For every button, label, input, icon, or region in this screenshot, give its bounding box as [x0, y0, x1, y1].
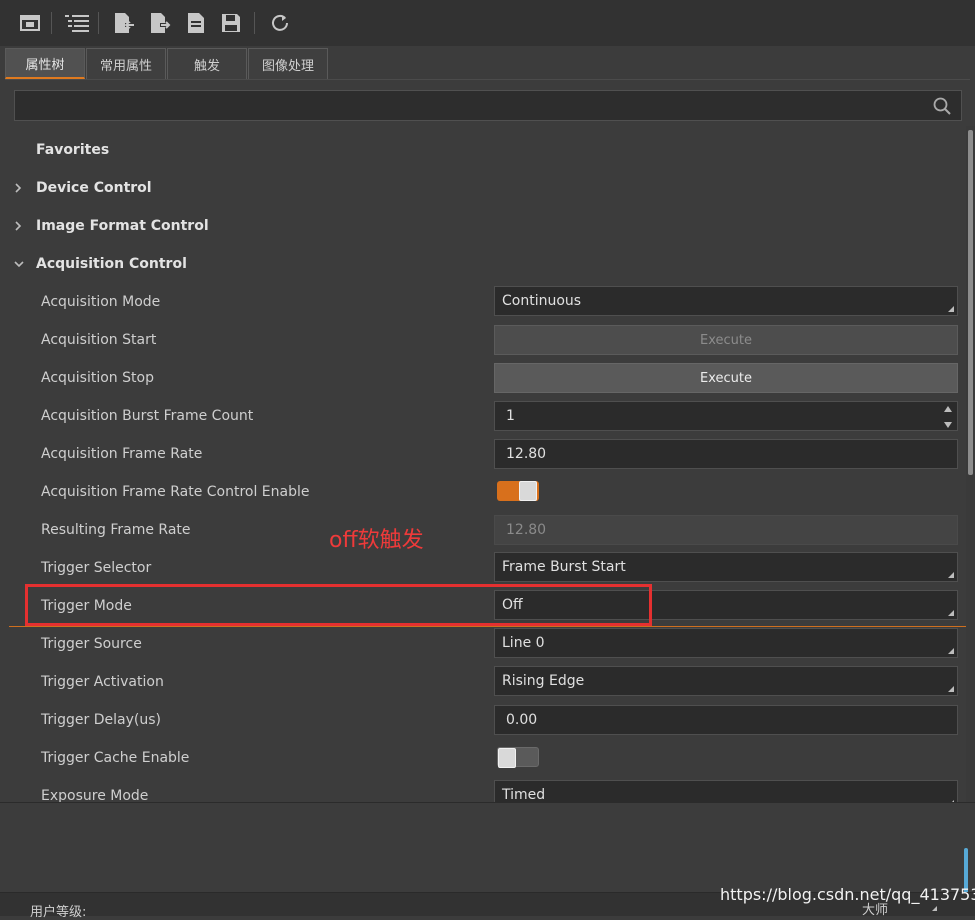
- category-label: Image Format Control: [36, 218, 209, 234]
- trigger-selector-dropdown[interactable]: Frame Burst Start: [494, 552, 958, 582]
- property-label: Acquisition Stop: [41, 370, 154, 386]
- category-label: Device Control: [36, 180, 152, 196]
- toggle-knob: [519, 481, 537, 501]
- tab-divider: [5, 79, 970, 80]
- property-label: Exposure Mode: [41, 788, 149, 802]
- annotation-text: off软触发: [329, 528, 424, 553]
- trigger-delay-input[interactable]: 0.00: [494, 705, 958, 735]
- property-label: Trigger Cache Enable: [41, 750, 190, 766]
- frame-rate-enable-toggle[interactable]: [497, 481, 539, 501]
- acquisition-start-button: Execute: [494, 325, 958, 355]
- frame-rate-input[interactable]: 12.80: [494, 439, 958, 469]
- tab-trigger[interactable]: 触发: [167, 48, 247, 79]
- dropdown-value: Rising Edge: [502, 673, 585, 689]
- property-label: Acquisition Frame Rate: [41, 446, 203, 462]
- chevron-right-icon[interactable]: [14, 221, 36, 231]
- arrow-down-icon: [944, 422, 952, 428]
- selected-row-indicator: [9, 626, 970, 627]
- category-acquisition-control[interactable]: Acquisition Control: [14, 245, 187, 283]
- input-value: 0.00: [506, 712, 538, 728]
- search-icon[interactable]: [933, 97, 951, 115]
- dropdown-corner-icon: [948, 572, 954, 578]
- chevron-down-icon[interactable]: [14, 260, 36, 268]
- trigger-activation-dropdown[interactable]: Rising Edge: [494, 666, 958, 696]
- dropdown-corner-icon: [948, 686, 954, 692]
- trigger-source-dropdown[interactable]: Line 0: [494, 628, 958, 658]
- toolbar-separator: [51, 12, 52, 34]
- document-icon[interactable]: [184, 10, 208, 36]
- dropdown-value: Frame Burst Start: [502, 559, 626, 575]
- property-label: Acquisition Burst Frame Count: [41, 408, 254, 424]
- category-image-format-control[interactable]: Image Format Control: [14, 207, 209, 245]
- dropdown-corner-icon: [948, 648, 954, 654]
- dropdown-corner-icon: [948, 610, 954, 616]
- spinner-value: 1: [506, 408, 515, 424]
- tab-common-properties[interactable]: 常用属性: [86, 48, 166, 79]
- property-label: Resulting Frame Rate: [41, 522, 191, 538]
- description-panel: [0, 802, 975, 893]
- dropdown-value: Line 0: [502, 635, 545, 651]
- dropdown-value: Continuous: [502, 293, 582, 309]
- property-label: Acquisition Start: [41, 332, 157, 348]
- input-value: 12.80: [506, 522, 547, 538]
- toggle-knob: [498, 748, 516, 768]
- watermark: https://blog.csdn.net/qq_41375318: [720, 885, 975, 904]
- dropdown-corner-icon: [932, 906, 937, 911]
- tab-bar: 属性树 常用属性 触发 图像处理: [5, 48, 329, 80]
- list-view-icon[interactable]: [65, 10, 89, 36]
- property-tree: Favorites Device Control Image Format Co…: [0, 126, 965, 802]
- property-label: Acquisition Mode: [41, 294, 161, 310]
- import-icon[interactable]: [112, 10, 136, 36]
- trigger-cache-toggle[interactable]: [497, 747, 539, 768]
- tree-scrollbar-thumb[interactable]: [968, 130, 973, 475]
- chevron-right-icon[interactable]: [14, 183, 36, 193]
- category-device-control[interactable]: Device Control: [14, 169, 152, 207]
- search-box: [14, 90, 962, 121]
- toolbar: [0, 0, 975, 46]
- toolbar-separator: [254, 12, 255, 34]
- spinner-arrows[interactable]: [943, 405, 953, 429]
- arrow-up-icon: [944, 406, 952, 412]
- burst-frame-count-spinner[interactable]: 1: [494, 401, 958, 431]
- export-icon[interactable]: [148, 10, 172, 36]
- category-favorites[interactable]: Favorites: [14, 131, 109, 169]
- property-label: Trigger Activation: [41, 674, 164, 690]
- acquisition-mode-dropdown[interactable]: Continuous: [494, 286, 958, 316]
- tab-property-tree[interactable]: 属性树: [5, 48, 85, 79]
- toolbar-separator: [98, 12, 99, 34]
- dropdown-corner-icon: [948, 306, 954, 312]
- acquisition-stop-button[interactable]: Execute: [494, 363, 958, 393]
- tab-image-processing[interactable]: 图像处理: [248, 48, 328, 79]
- user-level-label: 用户等级:: [30, 905, 87, 920]
- property-label: Trigger Source: [41, 636, 142, 652]
- window-icon[interactable]: [18, 10, 42, 36]
- refresh-icon[interactable]: [268, 10, 292, 36]
- dropdown-value: Timed: [502, 787, 546, 802]
- exposure-mode-dropdown[interactable]: Timed: [494, 780, 958, 802]
- resulting-frame-rate-field: 12.80: [494, 515, 958, 545]
- search-input[interactable]: [21, 95, 925, 119]
- save-icon[interactable]: [219, 10, 243, 36]
- property-label: Trigger Delay(us): [41, 712, 161, 728]
- input-value: 12.80: [506, 446, 547, 462]
- category-label: Favorites: [36, 142, 110, 158]
- property-label: Acquisition Frame Rate Control Enable: [41, 484, 310, 500]
- property-label: Trigger Selector: [41, 560, 152, 576]
- annotation-highlight-box: [25, 584, 652, 626]
- category-label: Acquisition Control: [36, 256, 187, 272]
